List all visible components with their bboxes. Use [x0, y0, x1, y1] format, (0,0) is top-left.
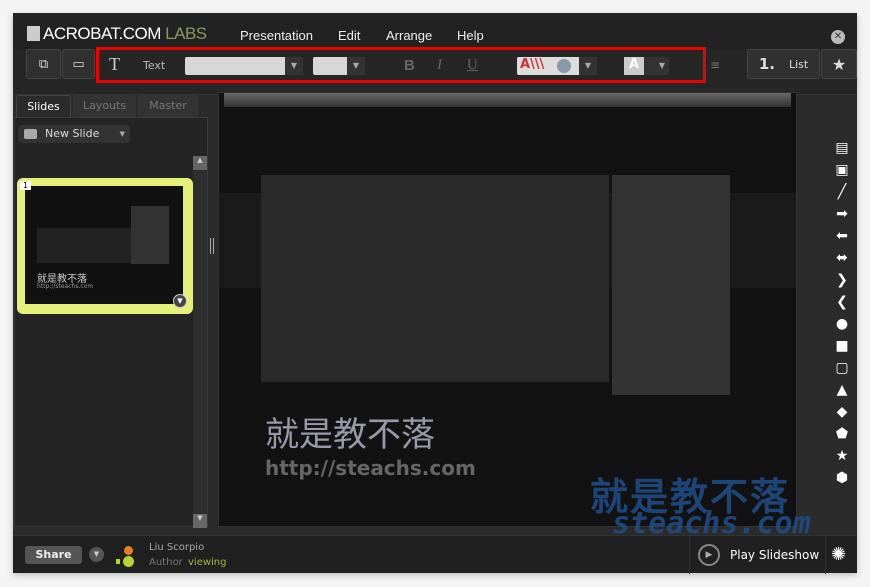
- font-family-select[interactable]: ▼: [185, 57, 303, 75]
- slide-icon: [24, 129, 37, 139]
- resize-handle[interactable]: [210, 238, 214, 254]
- list-label: List: [788, 57, 809, 71]
- diamond-icon[interactable]: ◆: [833, 401, 851, 423]
- scrollbar[interactable]: ▲ ▼: [193, 156, 207, 528]
- font-size-select[interactable]: ▼: [313, 57, 365, 75]
- brand-suffix: LABS: [165, 24, 207, 43]
- menu-arrange[interactable]: Arrange: [386, 28, 432, 43]
- loading-spinner-icon: ✺: [831, 544, 847, 565]
- notch-icon[interactable]: ❮: [833, 291, 851, 313]
- rounded-square-icon[interactable]: ▢: [833, 357, 851, 379]
- color-stripes-icon: A\\\: [520, 57, 545, 72]
- menu-help[interactable]: Help: [457, 28, 484, 43]
- list-button[interactable]: 1. List: [747, 49, 820, 79]
- fill-circle-icon: [557, 59, 571, 73]
- new-slide-button[interactable]: New Slide ▼: [18, 125, 130, 143]
- close-icon[interactable]: ✕: [831, 30, 845, 44]
- slide-options-icon[interactable]: ▼: [173, 294, 187, 308]
- slides-view-button[interactable]: ⧉: [26, 49, 61, 79]
- share-button[interactable]: Share: [25, 546, 82, 564]
- watermark-url: steachs.com: [612, 506, 811, 541]
- circle-icon[interactable]: ●: [833, 313, 851, 335]
- textbox-icon[interactable]: ▤: [833, 137, 851, 159]
- brand: ACROBAT.COM: [43, 24, 161, 43]
- pentagon-icon[interactable]: ⬟: [833, 423, 851, 445]
- arrow-right-icon[interactable]: ➡: [833, 203, 851, 225]
- slide-number: 1: [20, 181, 32, 190]
- app-logo: ACROBAT.COM LABS: [27, 24, 207, 44]
- menu-presentation[interactable]: Presentation: [240, 28, 313, 43]
- slide-thumbnail[interactable]: 1 就是教不落 http://steachs.com ▼: [17, 178, 193, 314]
- text-label: Text: [143, 59, 166, 72]
- thumb-url: http://steachs.com: [37, 283, 94, 290]
- square-icon[interactable]: ■: [833, 335, 851, 357]
- new-slide-label: New Slide: [45, 127, 100, 140]
- acrobat-icon: [27, 26, 40, 41]
- triangle-icon[interactable]: ▲: [833, 379, 851, 401]
- play-icon: ▶: [698, 544, 720, 566]
- toolbar: ⧉ ▭ T Text ▼ ▼ B I U A\\\ ▼ A ▼ ≡ 1. List ★: [13, 47, 857, 95]
- align-left-icon[interactable]: ≡: [710, 58, 720, 72]
- user-status: viewing: [188, 557, 227, 568]
- double-arrow-icon[interactable]: ⬌: [833, 247, 851, 269]
- underline-button[interactable]: U: [467, 57, 478, 74]
- tab-slides[interactable]: Slides: [16, 95, 71, 117]
- list-number: 1.: [758, 55, 775, 73]
- text-color-picker[interactable]: A\\\ ▼: [517, 57, 597, 75]
- slide-title[interactable]: 就是教不落: [265, 407, 435, 456]
- slides-panel: New Slide ▼ 1 就是教不落 http://steachs.com ▼ …: [14, 117, 208, 528]
- content-placeholder[interactable]: [261, 175, 609, 382]
- image-icon[interactable]: ▣: [833, 159, 851, 181]
- play-label: Play Slideshow: [730, 548, 820, 562]
- shapes-toolbar: ▤ ▣ ╱ ➡ ⬅ ⬌ ❯ ❮ ● ■ ▢ ▲ ◆ ⬟ ★ ⬢: [833, 137, 851, 489]
- arrow-left-icon[interactable]: ⬅: [833, 225, 851, 247]
- text-style-picker[interactable]: A ▼: [624, 57, 669, 75]
- user-name: Liu Scorpio: [149, 542, 205, 553]
- tab-master[interactable]: Master: [138, 95, 198, 117]
- share-menu-icon[interactable]: ▼: [89, 547, 104, 562]
- slide-subtitle[interactable]: http://steachs.com: [265, 456, 476, 480]
- image-placeholder[interactable]: [612, 175, 730, 395]
- avatar: [116, 544, 137, 568]
- play-slideshow-button[interactable]: ▶ Play Slideshow: [689, 536, 826, 574]
- bold-button[interactable]: B: [404, 57, 415, 74]
- slides-sidebar: Slides Layouts Master New Slide ▼ 1 就是教不落…: [13, 95, 214, 535]
- title-bar: ACROBAT.COM LABS Presentation Edit Arran…: [13, 13, 857, 49]
- slide-button[interactable]: ▭: [62, 49, 95, 79]
- hexagon-icon[interactable]: ⬢: [833, 467, 851, 489]
- text-effect-icon: A: [624, 57, 644, 75]
- text-tool-icon[interactable]: T: [109, 54, 120, 75]
- slide-canvas[interactable]: 就是教不落 http://steachs.com: [218, 92, 797, 527]
- italic-button[interactable]: I: [437, 57, 442, 74]
- tab-layouts[interactable]: Layouts: [73, 95, 136, 117]
- menu-edit[interactable]: Edit: [338, 28, 360, 43]
- chevron-icon[interactable]: ❯: [833, 269, 851, 291]
- star-icon[interactable]: ★: [821, 49, 857, 79]
- star-shape-icon[interactable]: ★: [833, 445, 851, 467]
- user-role: Author: [149, 557, 183, 568]
- line-icon[interactable]: ╱: [833, 181, 851, 203]
